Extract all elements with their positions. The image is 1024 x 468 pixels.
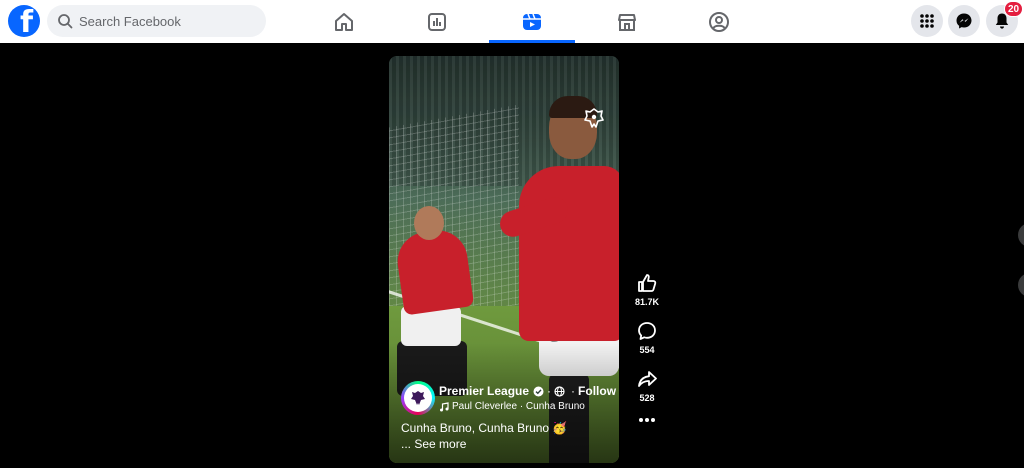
top-navigation-bar: f Search Facebook 20 (0, 0, 1024, 43)
marketplace-icon (618, 13, 636, 31)
reel-actions: 81.7K 554 528 (628, 272, 666, 437)
search-input[interactable] (79, 13, 249, 29)
music-note-icon (440, 401, 449, 411)
share-button[interactable]: 528 (628, 368, 666, 403)
player-left-head (414, 206, 444, 240)
comment-icon (638, 322, 656, 340)
more-options-button[interactable] (628, 416, 666, 424)
tab-home[interactable] (301, 0, 387, 43)
tab-marketplace[interactable] (584, 0, 670, 43)
share-icon (638, 371, 657, 387)
music-track[interactable]: Paul Cleverlee · Cunha Bruno (439, 401, 616, 412)
notifications-button[interactable]: 20 (986, 1, 1024, 37)
like-count: 81.7K (634, 297, 660, 307)
reel-caption: Cunha Bruno, Cunha Bruno 🥳 ... See more (401, 420, 567, 452)
comment-count: 554 (639, 345, 655, 355)
tab-reels[interactable] (489, 0, 575, 43)
notification-badge: 20 (1004, 1, 1024, 17)
search-box[interactable] (47, 5, 266, 37)
separator-dot: · (547, 384, 552, 398)
lion-crest-icon (411, 391, 425, 405)
like-button[interactable]: 81.7K (628, 272, 666, 307)
grid-menu-icon (920, 14, 934, 28)
premier-league-logo (584, 108, 604, 128)
verified-badge-icon (533, 386, 544, 396)
author-meta: Premier League · · Follow Paul Cleverlee… (439, 384, 616, 412)
messenger-button[interactable] (948, 5, 980, 37)
author-line: Premier League · · Follow (439, 384, 616, 398)
author-name[interactable]: Premier League (439, 384, 529, 398)
reel-video[interactable]: 8 Premier League · (389, 56, 619, 463)
tab-dashboard[interactable] (394, 0, 480, 43)
separator-dot: · (571, 384, 576, 398)
globe-icon (554, 385, 565, 397)
music-label: Paul Cleverlee · Cunha Bruno (452, 401, 585, 412)
thumbs-up-icon (638, 274, 657, 292)
reel-author: Premier League · · Follow Paul Cleverlee… (401, 381, 616, 415)
search-icon (58, 14, 73, 29)
share-count: 528 (639, 393, 655, 403)
facebook-logo[interactable]: f (8, 5, 40, 37)
more-dots-icon (639, 418, 655, 422)
see-more-link[interactable]: ... See more (401, 436, 567, 452)
menu-button[interactable] (911, 5, 943, 37)
chart-icon (428, 12, 446, 31)
avatar[interactable] (401, 381, 435, 415)
previous-reel-button[interactable] (1018, 223, 1024, 247)
comment-button[interactable]: 554 (628, 320, 666, 355)
follow-button[interactable]: Follow (578, 384, 616, 398)
reels-icon (523, 13, 541, 30)
groups-icon (709, 11, 729, 32)
avatar-inner (404, 384, 432, 412)
next-reel-button[interactable] (1018, 273, 1024, 297)
player-right-shirt (519, 166, 619, 341)
home-icon (335, 12, 353, 31)
caption-text: Cunha Bruno, Cunha Bruno 🥳 (401, 421, 568, 435)
messenger-icon (956, 13, 972, 29)
tab-groups[interactable] (676, 0, 762, 43)
